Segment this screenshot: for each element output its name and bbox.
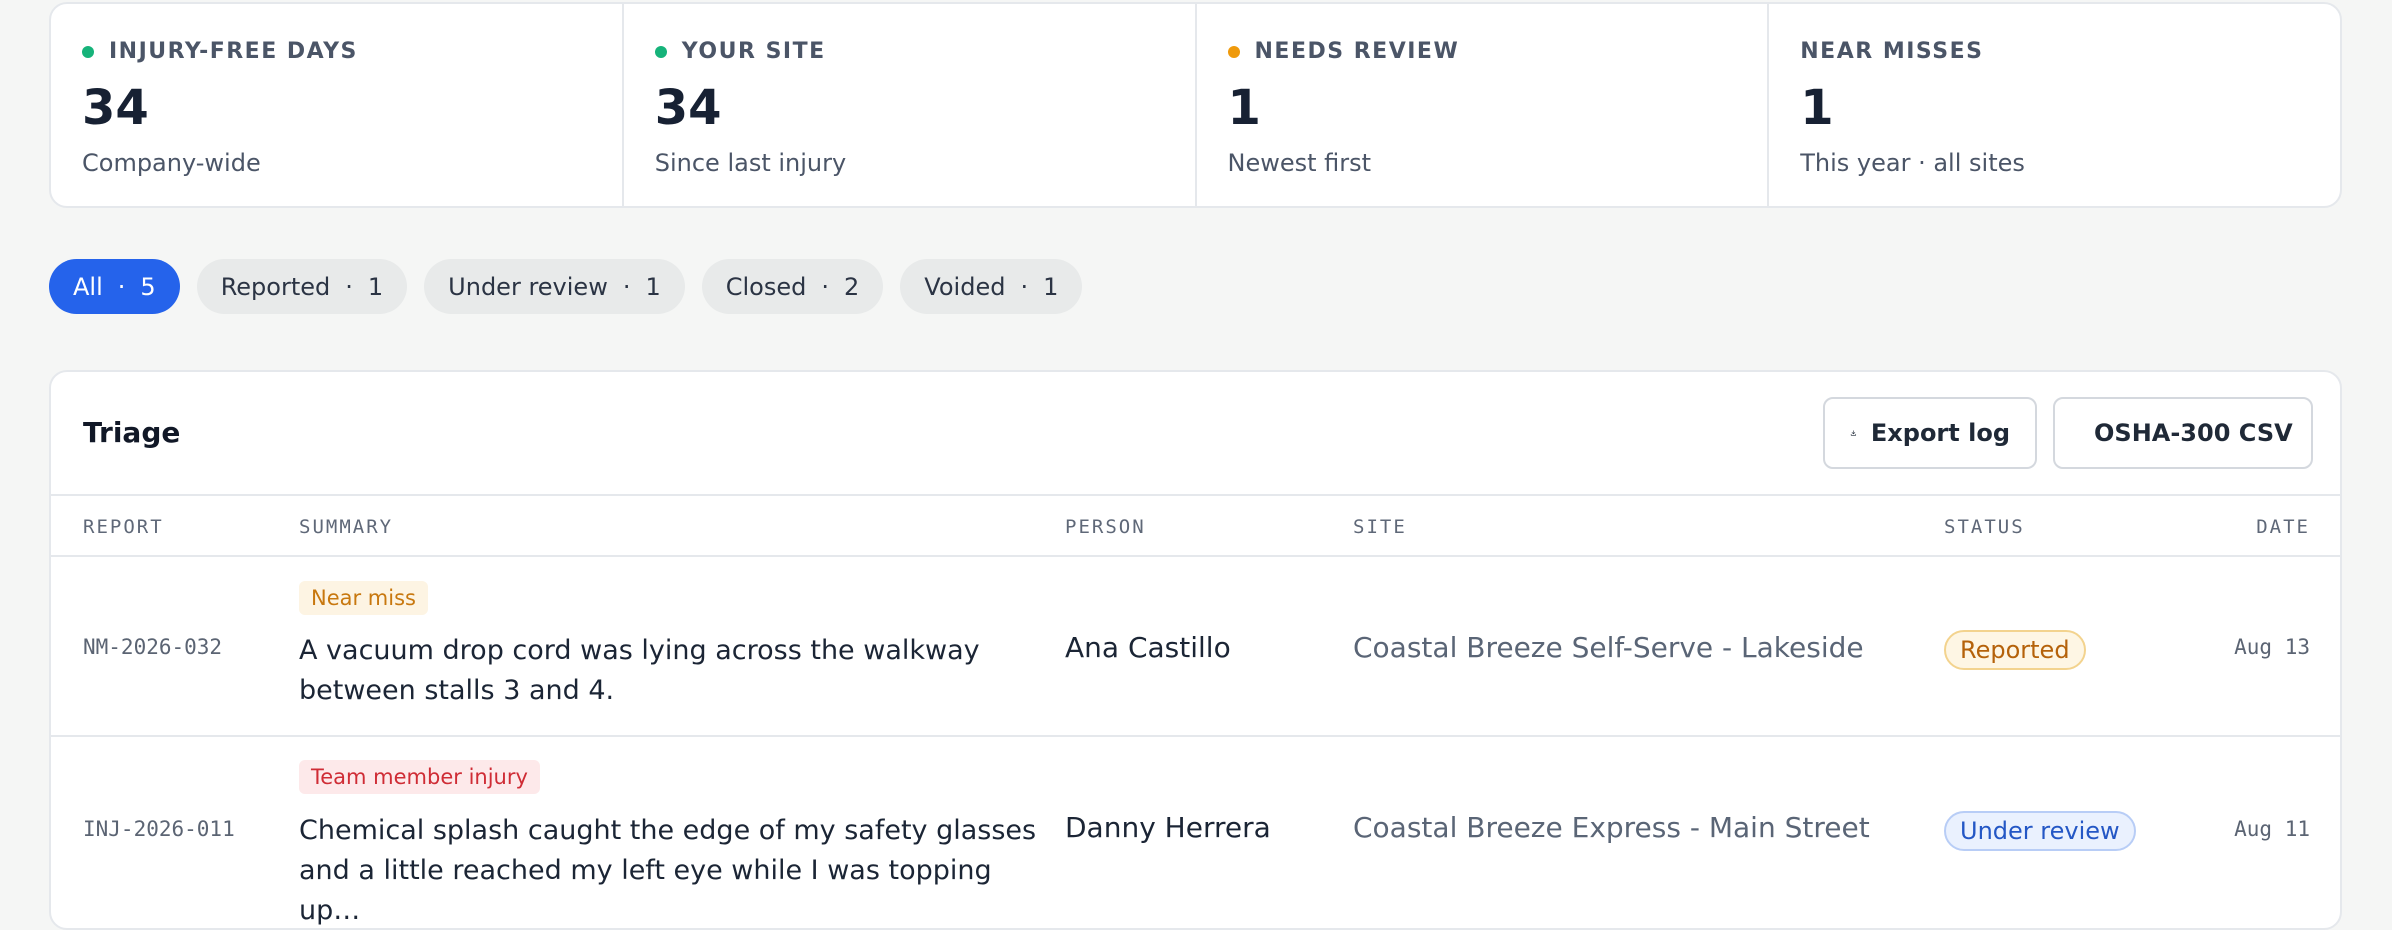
stat-value: 1 bbox=[1227, 80, 1261, 136]
column-header-person[interactable]: PERSON bbox=[1065, 516, 1146, 538]
filter-count: 2 bbox=[844, 272, 860, 301]
stat-injury-free-days: INJURY-FREE DAYS 34 Company-wide bbox=[51, 4, 622, 206]
filter-voided[interactable]: Voided · 1 bbox=[900, 259, 1083, 314]
stat-value: 1 bbox=[1800, 80, 1834, 136]
column-header-date[interactable]: DATE bbox=[2256, 516, 2310, 538]
filter-count: 1 bbox=[367, 272, 384, 301]
stat-subtitle: Newest first bbox=[1227, 149, 1372, 177]
person-name: Ana Castillo bbox=[1065, 631, 1231, 664]
incident-type-tag: Near miss bbox=[299, 581, 428, 615]
report-id[interactable]: INJ-2026-011 bbox=[83, 817, 235, 841]
stat-label: INJURY-FREE DAYS bbox=[109, 39, 358, 64]
incident-type-tag: Team member injury bbox=[299, 760, 540, 794]
stat-value: 34 bbox=[654, 80, 722, 136]
stats-bar: INJURY-FREE DAYS 34 Company-wide YOUR SI… bbox=[49, 2, 2342, 208]
stat-label: NEAR MISSES bbox=[1800, 39, 1984, 64]
stat-subtitle: Company-wide bbox=[82, 149, 261, 177]
stat-value: 34 bbox=[82, 80, 149, 136]
stat-subtitle: Since last injury bbox=[654, 149, 847, 177]
table-row[interactable]: INJ-2026-011 Team member injury Chemical… bbox=[51, 737, 2340, 928]
filter-count: 1 bbox=[1043, 272, 1059, 301]
stat-near-misses: NEAR MISSES 1 This year · all sites bbox=[1767, 4, 2340, 206]
filter-under-review[interactable]: Under review · 1 bbox=[424, 259, 685, 314]
site-name: Coastal Breeze Self-Serve - Lakeside bbox=[1353, 631, 1864, 664]
filter-count: 5 bbox=[140, 272, 156, 301]
filter-reported[interactable]: Reported · 1 bbox=[196, 259, 408, 314]
triage-title: Triage bbox=[83, 416, 181, 449]
site-name: Coastal Breeze Express - Main Street bbox=[1353, 811, 1870, 844]
triage-card: Triage Export log OSHA-300 CSV REPORT SU… bbox=[49, 370, 2342, 930]
stat-your-site: YOUR SITE 34 Since last injury bbox=[621, 4, 1195, 206]
status-badge: Reported bbox=[1944, 630, 2086, 670]
status-badge: Under review bbox=[1944, 811, 2136, 851]
table-row[interactable]: NM-2026-032 Near miss A vacuum drop cord… bbox=[51, 557, 2340, 737]
osha-300-csv-button[interactable]: OSHA-300 CSV bbox=[2053, 397, 2313, 469]
column-header-report[interactable]: REPORT bbox=[83, 516, 164, 538]
column-header-status[interactable]: STATUS bbox=[1944, 516, 2025, 538]
filter-all[interactable]: All · 5 bbox=[49, 259, 180, 314]
stat-label: YOUR SITE bbox=[681, 39, 826, 64]
summary-text: Chemical splash caught the edge of my sa… bbox=[299, 815, 1037, 926]
person-name: Danny Herrera bbox=[1065, 811, 1271, 844]
status-dot bbox=[654, 45, 667, 58]
stat-subtitle: This year · all sites bbox=[1800, 149, 2025, 177]
filter-closed[interactable]: Closed · 2 bbox=[701, 259, 884, 314]
report-date: Aug 13 bbox=[2234, 635, 2310, 659]
download-icon bbox=[1850, 430, 1857, 436]
status-filter-bar: All · 5 Reported · 1 Under review · 1 Cl… bbox=[49, 259, 1099, 314]
report-id[interactable]: NM-2026-032 bbox=[83, 635, 222, 659]
stat-needs-review: NEEDS REVIEW 1 Newest first bbox=[1194, 4, 1768, 206]
status-dot bbox=[82, 45, 94, 58]
export-log-button[interactable]: Export log bbox=[1823, 397, 2037, 469]
summary-text: A vacuum drop cord was lying across the … bbox=[299, 635, 980, 706]
filter-count: 1 bbox=[645, 272, 661, 301]
column-header-summary[interactable]: SUMMARY bbox=[299, 516, 393, 538]
report-date: Aug 11 bbox=[2234, 817, 2310, 841]
status-dot bbox=[1227, 45, 1240, 58]
table-header: REPORT SUMMARY PERSON SITE STATUS DATE bbox=[51, 494, 2340, 557]
column-header-site[interactable]: SITE bbox=[1353, 516, 1407, 538]
stat-label: NEEDS REVIEW bbox=[1254, 39, 1460, 64]
